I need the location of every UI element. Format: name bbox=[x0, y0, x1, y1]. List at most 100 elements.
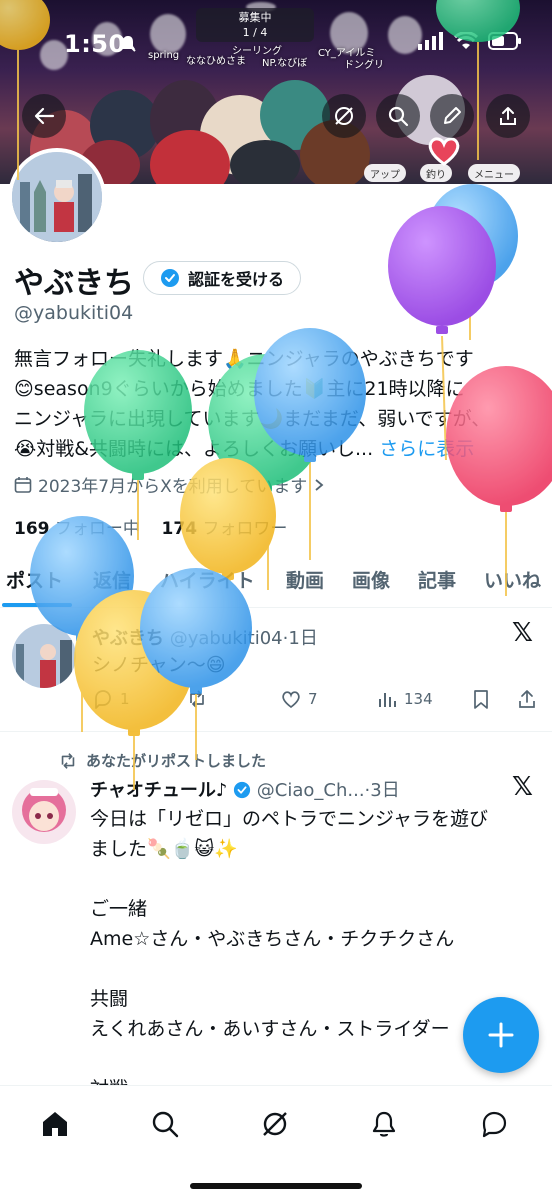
grok-icon bbox=[263, 1112, 287, 1136]
edit-button[interactable] bbox=[430, 94, 474, 138]
repost-icon bbox=[61, 752, 75, 769]
followers-label: フォロワー bbox=[202, 519, 288, 539]
followers-link[interactable]: 174 フォロワー bbox=[162, 519, 288, 539]
profile-handle: @yabukiti04 bbox=[14, 302, 134, 324]
compose-post-button[interactable] bbox=[463, 997, 539, 1073]
tab-highlights[interactable]: ハイライト bbox=[160, 566, 255, 593]
home-indicator bbox=[190, 1183, 362, 1189]
status-icons bbox=[418, 32, 522, 50]
home-icon bbox=[43, 1112, 67, 1136]
post-share-button[interactable] bbox=[516, 688, 538, 710]
post-text-line bbox=[90, 864, 488, 894]
share-button[interactable] bbox=[486, 94, 530, 138]
follow-stats: 169 フォロー中 174 フォロワー bbox=[14, 514, 287, 539]
game-menu-up: アップ bbox=[364, 164, 406, 182]
signal-icon bbox=[418, 32, 443, 50]
tab-posts[interactable]: ポスト bbox=[6, 566, 63, 593]
back-icon bbox=[34, 107, 55, 125]
tab-likes[interactable]: いいね bbox=[484, 566, 541, 593]
game-menu-menu: メニュー bbox=[468, 164, 520, 182]
reply-icon bbox=[95, 690, 111, 709]
verified-badge-icon bbox=[233, 781, 251, 799]
reply-button[interactable]: 1 bbox=[92, 688, 130, 710]
joined-label: 2023年7月からXを利用しています bbox=[38, 477, 308, 497]
post-text-line: ご一緒 bbox=[90, 898, 148, 920]
game-lobby-status: 募集中 1 / 4 bbox=[196, 8, 314, 42]
battery-icon bbox=[488, 32, 521, 50]
bio-line: 無言フォロー失礼します🙏ニンジャラのやぶきちです bbox=[14, 348, 474, 370]
post-text-line: Ame☆さん・やぶきちさん・チクチクさん bbox=[90, 928, 455, 950]
following-count: 169 bbox=[14, 519, 50, 539]
post-time[interactable]: 1日 bbox=[288, 628, 317, 649]
view-count: 134 bbox=[404, 690, 433, 708]
post-author-handle[interactable]: @yabukiti04 bbox=[170, 628, 283, 649]
bookmark-button[interactable] bbox=[470, 688, 492, 710]
post-avatar[interactable] bbox=[12, 624, 76, 688]
active-tab-indicator bbox=[2, 603, 72, 607]
post-divider bbox=[0, 731, 552, 732]
joined-date[interactable]: 2023年7月からXを利用しています bbox=[14, 472, 325, 497]
search-button[interactable] bbox=[376, 94, 420, 138]
wifi-icon bbox=[454, 32, 478, 49]
bio-line: 😊season9ぐらいから始めました🔰主に21時以降に bbox=[14, 378, 465, 400]
tab-images[interactable]: 画像 bbox=[352, 566, 390, 593]
repost-button[interactable] bbox=[186, 688, 208, 710]
followers-count: 174 bbox=[161, 519, 198, 539]
tab-articles[interactable]: 記事 bbox=[418, 566, 456, 593]
verified-badge-icon bbox=[160, 269, 179, 287]
show-more-link[interactable]: さらに表示 bbox=[379, 438, 474, 460]
messages-icon bbox=[482, 1111, 507, 1138]
profile-avatar[interactable] bbox=[8, 148, 106, 246]
like-count: 7 bbox=[308, 690, 318, 708]
bio-line: 😭対戦&共闘時には、よろしくお願いし... bbox=[14, 438, 374, 460]
post-text-line: えくれあさん・あいすさん・ストライダー bbox=[90, 1018, 450, 1040]
back-button[interactable] bbox=[22, 94, 66, 138]
search-icon bbox=[152, 1111, 179, 1138]
following-link[interactable]: 169 フォロー中 bbox=[14, 519, 140, 539]
profile-bio: 無言フォロー失礼します🙏ニンジャラのやぶきちです 😊season9ぐらいから始め… bbox=[14, 344, 544, 464]
grok-button[interactable] bbox=[322, 94, 366, 138]
x-logo-icon: 𝕏 bbox=[512, 618, 533, 648]
post-avatar[interactable] bbox=[12, 780, 76, 844]
post-text-line: ました🍡🍵😺✨ bbox=[90, 838, 238, 860]
post-text-line: 共闘 bbox=[90, 988, 129, 1010]
display-name: やぶきち bbox=[14, 266, 134, 301]
player-name: spring bbox=[148, 50, 180, 61]
repost-icon bbox=[190, 690, 204, 708]
player-name: ドングリ bbox=[344, 60, 384, 71]
tab-replies[interactable]: 返信 bbox=[93, 566, 131, 593]
nav-home[interactable] bbox=[35, 1104, 75, 1144]
post-text: シノチャン〜😄 bbox=[92, 654, 226, 676]
repost-indicator: あなたがリポストしました bbox=[58, 750, 266, 771]
heart-sticker-icon bbox=[426, 136, 462, 170]
share-icon bbox=[519, 690, 535, 708]
calendar-icon bbox=[14, 476, 32, 493]
repost-label: あなたがリポストしました bbox=[86, 752, 267, 770]
x-logo-icon: 𝕏 bbox=[512, 772, 533, 802]
profile-tabs: ポスト 返信 ハイライト 動画 画像 記事 いいね bbox=[0, 558, 552, 608]
nav-grok[interactable] bbox=[255, 1104, 295, 1144]
game-count-label: 1 / 4 bbox=[242, 26, 268, 39]
get-verified-label: 認証を受ける bbox=[187, 270, 284, 289]
bio-line: ニンジャラに出現しています🌙まだまだ、弱いですが、 bbox=[14, 408, 491, 430]
tab-videos[interactable]: 動画 bbox=[286, 566, 324, 593]
edit-icon bbox=[444, 107, 461, 124]
post-text-line bbox=[90, 954, 488, 984]
nav-notifications[interactable] bbox=[364, 1104, 404, 1144]
get-verified-button[interactable]: 認証を受ける bbox=[143, 261, 301, 295]
reply-count: 1 bbox=[120, 690, 130, 708]
nav-messages[interactable] bbox=[474, 1104, 514, 1144]
views-icon bbox=[379, 693, 396, 707]
plus-icon bbox=[488, 1022, 514, 1048]
share-icon bbox=[500, 107, 516, 125]
post-time[interactable]: 3日 bbox=[370, 780, 399, 801]
nav-search[interactable] bbox=[145, 1104, 185, 1144]
post-author-handle[interactable]: @Ciao_Ch... bbox=[257, 780, 365, 801]
views-button[interactable]: 134 bbox=[376, 688, 433, 710]
player-name: NP.なびぼ bbox=[262, 58, 308, 69]
post-author-name[interactable]: チャオチュール♪ bbox=[90, 780, 227, 801]
notifications-icon bbox=[372, 1111, 396, 1137]
post-author-name[interactable]: やぶきち bbox=[92, 628, 164, 649]
like-button[interactable]: 7 bbox=[280, 688, 318, 710]
post-text-line: 今日は「リゼロ」のペトラでニンジャラを遊び bbox=[90, 808, 489, 830]
